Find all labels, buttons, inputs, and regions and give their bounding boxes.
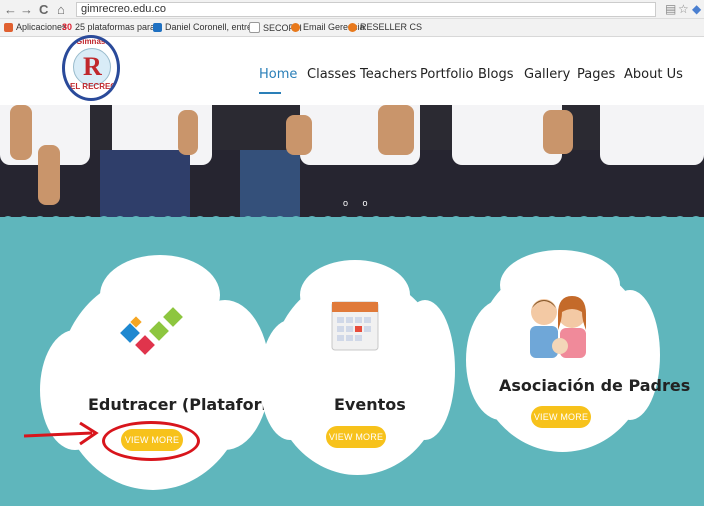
hero-arm — [38, 145, 60, 205]
url-bar[interactable]: gimrecreo.edu.co — [76, 2, 656, 17]
bookmark-plataformas[interactable]: 30 25 plataformas para l — [62, 22, 160, 32]
cp-icon — [291, 22, 300, 32]
menu-gallery[interactable]: Gallery — [524, 67, 570, 82]
parents-family-icon — [530, 296, 586, 358]
view-more-asociacion-button[interactable]: VIEW MORE — [531, 406, 591, 428]
back-icon[interactable]: ← — [4, 1, 17, 18]
page-icon — [153, 22, 162, 32]
view-more-eventos-button[interactable]: VIEW MORE — [326, 426, 386, 448]
translate-icon[interactable]: ▤ — [665, 2, 676, 16]
menu-pages[interactable]: Pages — [577, 67, 615, 82]
hero-arm — [286, 115, 312, 155]
bookmark-apps[interactable]: Aplicaciones — [4, 22, 67, 32]
document-icon — [249, 22, 260, 33]
hero-slider[interactable]: o o — [0, 105, 704, 217]
slider-dots[interactable]: o o — [343, 198, 374, 208]
forward-icon[interactable]: → — [20, 1, 33, 18]
cp-icon — [348, 22, 357, 32]
cloud-shape — [395, 300, 455, 440]
annotation-highlight-oval — [102, 421, 200, 461]
logo-letter: R — [83, 52, 102, 81]
active-underline — [259, 92, 281, 94]
apps-grid-icon — [4, 22, 13, 32]
menu-classes[interactable]: Classes — [307, 67, 356, 82]
menu-blogs[interactable]: Blogs — [478, 67, 514, 82]
logo-bottom-text: EL RECREO — [70, 82, 117, 91]
cloud-shape — [180, 300, 270, 450]
cloud-shape — [260, 320, 320, 440]
card-title-asociacion: Asociación de Padres — [499, 376, 691, 395]
school-logo[interactable]: Gimnasio R EL RECREO — [62, 35, 120, 101]
menu-home[interactable]: Home — [259, 67, 297, 82]
colorful-blocks-icon — [120, 307, 183, 355]
browser-toolbar: ← → C ⌂ gimrecreo.edu.co ▤ ☆ ◆ — [0, 0, 704, 19]
hero-arm — [543, 110, 573, 154]
hero-arm — [378, 105, 414, 155]
calendar-icon — [331, 301, 379, 351]
hero-pants — [240, 150, 300, 217]
bookmark-coronell[interactable]: Daniel Coronell, entre — [153, 22, 252, 32]
bookmark-badge: 30 — [62, 22, 73, 32]
extension-icon[interactable]: ◆ — [692, 2, 701, 16]
wave-divider — [0, 216, 704, 221]
hero-arm — [178, 110, 198, 155]
reload-icon[interactable]: C — [39, 1, 48, 18]
bookmark-star-icon[interactable]: ☆ — [678, 2, 689, 16]
menu-about-us[interactable]: About Us — [624, 67, 683, 82]
hero-pants — [100, 150, 190, 217]
annotation-arrow-icon — [23, 421, 99, 446]
bookmarks-bar: Aplicaciones 30 25 plataformas para l Da… — [0, 19, 704, 37]
menu-portfolio[interactable]: Portfolio — [420, 67, 473, 82]
menu-teachers[interactable]: Teachers — [360, 67, 417, 82]
bookmark-reseller[interactable]: RESELLER CS — [348, 22, 422, 32]
home-icon[interactable]: ⌂ — [57, 1, 65, 18]
logo-top-text: Gimnasio — [76, 37, 113, 46]
hero-student — [600, 105, 704, 165]
hero-arm — [10, 105, 32, 160]
site-header: Gimnasio R EL RECREO Home Classes Teache… — [0, 35, 704, 105]
card-title-eventos: Eventos — [334, 395, 406, 414]
cloud-shape — [600, 290, 660, 420]
